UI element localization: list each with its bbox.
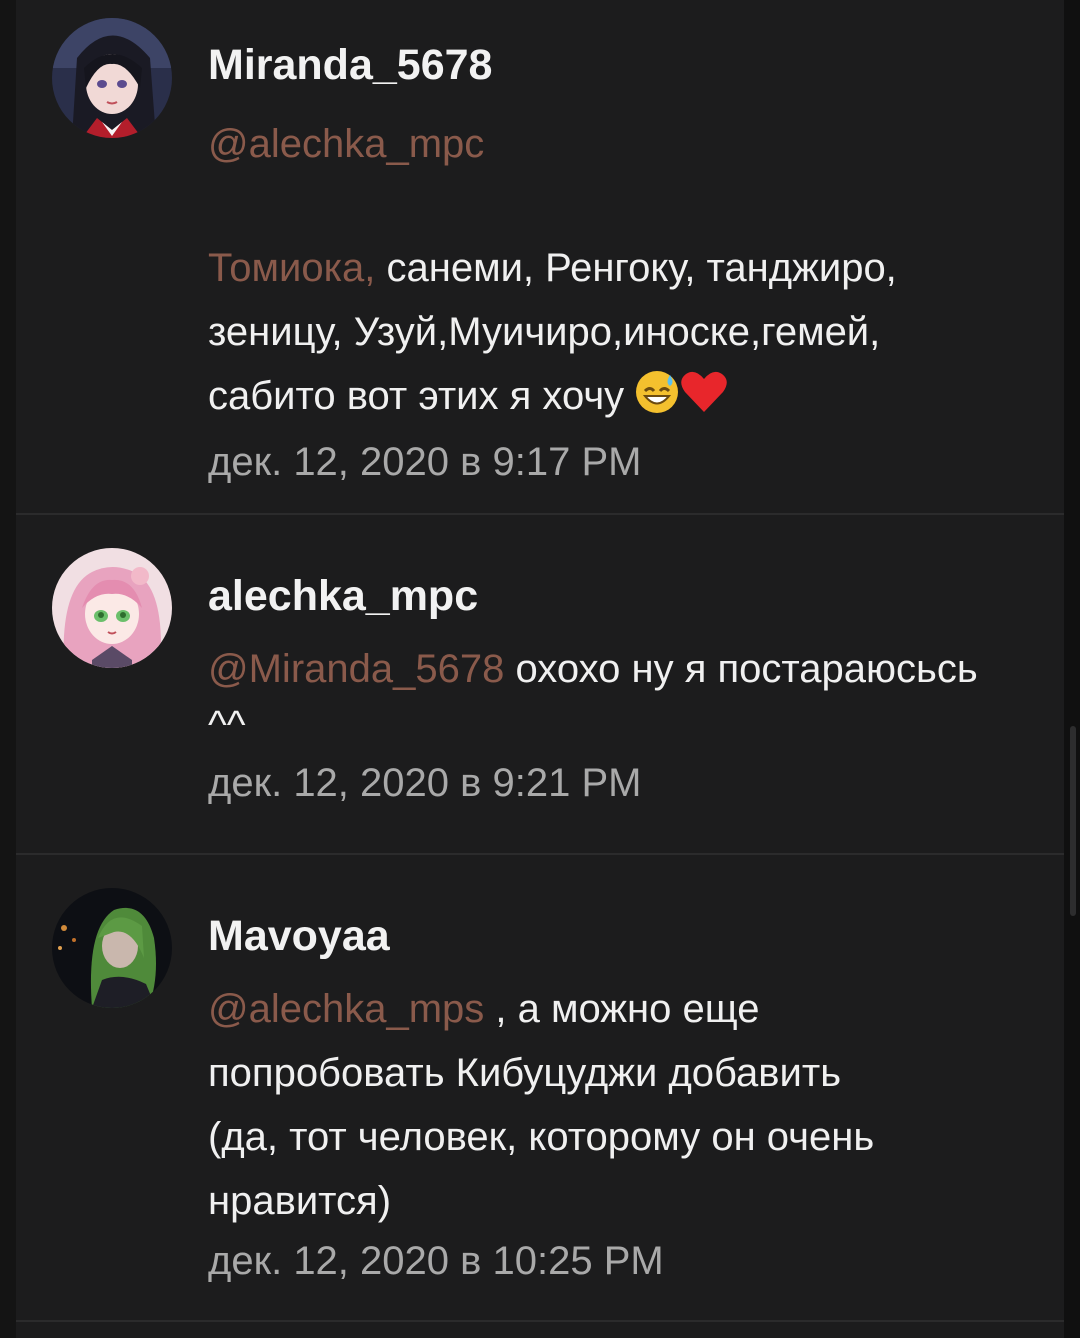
comment-item: Mavoyaa @alechka_mps , а можно еще попро…: [16, 855, 1064, 1322]
comment-item: Miranda_5678 @alechka_mpc Томиока, санем…: [16, 0, 1064, 515]
comment-text: (да, тот человек, которому он очень: [208, 1115, 875, 1159]
comment-username[interactable]: Miranda_5678: [208, 40, 1034, 90]
scrollbar-track[interactable]: [1064, 0, 1080, 1338]
comment-timestamp: дек. 12, 2020 в 9:21 PM: [208, 761, 642, 805]
comment-text: попробовать Кибуцуджи добавить: [208, 1051, 842, 1095]
avatar[interactable]: [52, 548, 172, 668]
mention-link[interactable]: @Miranda_5678: [208, 647, 504, 691]
avatar[interactable]: [52, 18, 172, 138]
comment-text: нравится): [208, 1179, 392, 1223]
comment-text: @Miranda_5678 охохо ну я постараюсьсь: [208, 647, 978, 691]
avatar[interactable]: [52, 888, 172, 1008]
comment-text: Томиока, санеми, Ренгоку, танджиро,: [208, 246, 897, 290]
mention-link[interactable]: Томиока,: [208, 246, 375, 290]
sweat-smile-emoji-icon: [636, 371, 679, 413]
comment-username[interactable]: Mavoyaa: [208, 911, 1034, 961]
comment-timestamp: дек. 12, 2020 в 9:17 PM: [208, 440, 642, 484]
comment-timestamp: дек. 12, 2020 в 10:25 PM: [208, 1239, 664, 1283]
comment-text: зеницу, Узуй,Муичиро,иноске,гемей,: [208, 310, 881, 354]
comment-username[interactable]: alechka_mpc: [208, 571, 1034, 621]
mention-link[interactable]: @alechka_mps: [208, 987, 484, 1031]
comment-text: ^^: [208, 703, 246, 747]
red-heart-emoji-icon: [681, 371, 727, 412]
comment-item: alechka_mpc @Miranda_5678 охохо ну я пос…: [16, 515, 1064, 855]
comment-text: @alechka_mps , а можно еще: [208, 987, 760, 1031]
comment-text: сабито вот этих я хочу: [208, 364, 1034, 434]
scrollbar-thumb[interactable]: [1070, 726, 1076, 916]
mention-link[interactable]: @alechka_mpc: [208, 112, 1034, 176]
